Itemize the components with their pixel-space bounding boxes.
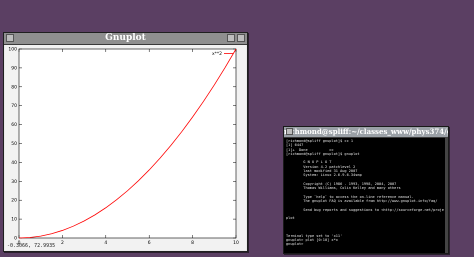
plot-canvas: 0 2 4 6 8 100102030405060708090100x**2 (8, 47, 239, 247)
x-tick-label: 2 (61, 240, 64, 246)
plot-area[interactable]: 0 2 4 6 8 10 0 10 20 30 40 50 60 70 80 90 100 x**2 -0.306… (5, 45, 246, 250)
y-tick-label: 70 (11, 103, 17, 109)
legend-label: x**2 (212, 51, 222, 57)
terminal-line: Send bug reports and suggestions to <htt… (303, 207, 444, 212)
y-tick-label: 10 (11, 217, 17, 223)
minimize-button[interactable] (227, 34, 235, 42)
y-tick-label: 90 (11, 65, 17, 71)
terminal-scrollbar[interactable] (445, 137, 448, 253)
mouse-coordinates: -0.3066, 72.9935 (7, 243, 56, 249)
y-tick-label: 50 (11, 141, 17, 147)
y-tick-label: 100 (8, 47, 17, 53)
terminal-titlebar[interactable]: richmond@spliff:~/classes_www/phys374/gn… (284, 127, 448, 138)
maximize-button[interactable] (237, 34, 245, 42)
gnuplot-titlebar[interactable]: Gnuplot (4, 33, 247, 45)
x-tick-label: 10 (233, 240, 239, 246)
x-tick-label: 8 (191, 240, 194, 246)
gnuplot-title: Gnuplot (105, 33, 146, 43)
window-menu-button[interactable] (286, 128, 293, 135)
plot-border (18, 48, 237, 239)
y-tick-label: 40 (11, 160, 17, 166)
terminal-window[interactable]: richmond@spliff:~/classes_www/phys374/gn… (283, 126, 449, 254)
y-tick-label: 30 (11, 179, 17, 185)
window-menu-button[interactable] (6, 34, 14, 42)
y-tick-label: 0 (14, 236, 17, 242)
x-tick-label: 4 (104, 240, 107, 246)
y-tick-label: 60 (11, 122, 17, 128)
terminal-title: richmond@spliff:~/classes_www/phys374/gn… (284, 127, 448, 136)
terminal-line: The gnuplot FAQ is available from http:/… (286, 199, 438, 204)
gnuplot-window[interactable]: Gnuplot 0 2 4 6 8 10 0 10 20 30 40 50 60 70 80 90 100 x**… (3, 32, 248, 252)
terminal-output[interactable]: [richmond@spliff gnuplot]$ cc 1 [1] 6447[… (286, 139, 444, 251)
terminal-line: gnuplot> (286, 242, 306, 247)
y-tick-label: 20 (11, 198, 17, 204)
x-tick-label: 6 (148, 240, 151, 246)
y-tick-label: 80 (11, 84, 17, 90)
